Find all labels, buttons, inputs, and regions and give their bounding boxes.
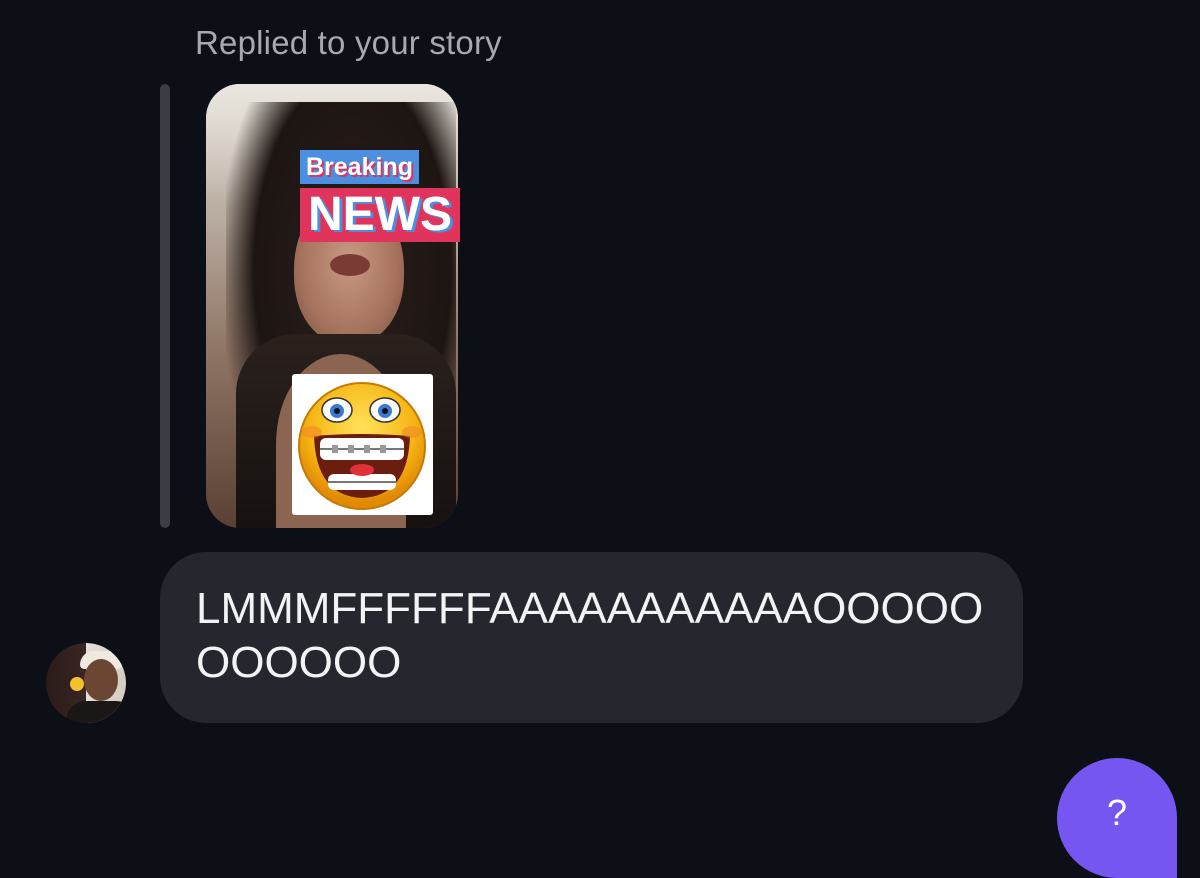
grinning-face-braces-icon xyxy=(292,374,433,515)
message-text: LMMMFFFFFFAAAAAAAAAAAOOOOOOOOOOO xyxy=(196,584,984,687)
avatar-emoji-icon xyxy=(70,677,84,691)
avatar-head xyxy=(84,659,118,701)
sender-avatar[interactable] xyxy=(46,643,126,723)
avatar-shirt xyxy=(66,701,126,723)
help-button[interactable]: ? xyxy=(1057,758,1177,878)
emoji-svg xyxy=(298,382,426,510)
news-sticker: NEWS xyxy=(300,188,460,242)
story-lips xyxy=(330,254,370,276)
message-bubble[interactable]: LMMMFFFFFFAAAAAAAAAAAOOOOOOOOOOO xyxy=(160,552,1023,723)
reply-quote-bar xyxy=(160,84,170,528)
breaking-sticker: Breaking xyxy=(300,150,419,184)
replied-to-story-label: Replied to your story xyxy=(195,24,502,61)
